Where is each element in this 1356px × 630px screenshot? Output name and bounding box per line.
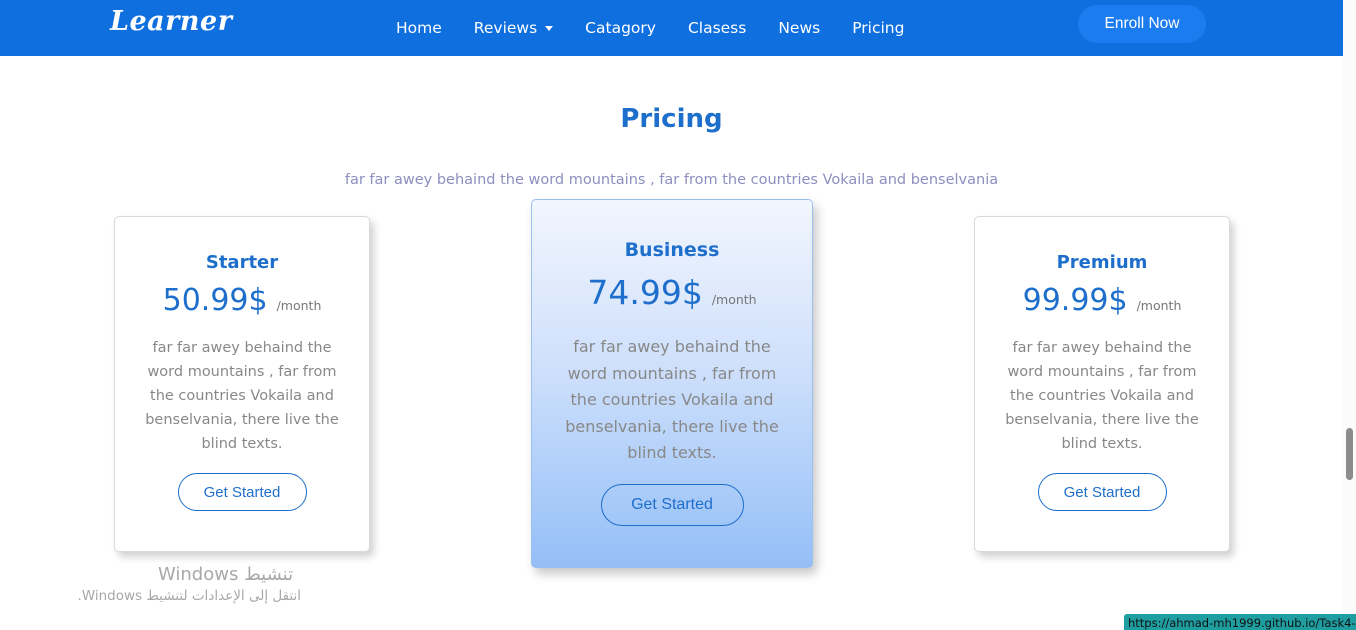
nav-link-news[interactable]: News (762, 19, 836, 37)
nav-link-catagory[interactable]: Catagory (569, 19, 672, 37)
get-started-button[interactable]: Get Started (177, 473, 307, 511)
plan-period: /month (711, 292, 757, 307)
price-row: 99.99$ /month (975, 283, 1229, 318)
nav-link-pricing[interactable]: Pricing (836, 19, 920, 37)
nav-link-label: Clasess (687, 19, 747, 37)
chevron-down-icon (545, 25, 554, 31)
nav-links: Home Reviews Catagory Clasess News Prici… (380, 0, 920, 56)
nav-link-clasess[interactable]: Clasess (672, 19, 762, 37)
plan-name: Business (624, 239, 720, 261)
plan-description: far far awey behaind the word mountains … (1005, 340, 1199, 452)
section-title: Pricing (620, 104, 723, 134)
windows-activation-subtitle: انتقل إلى الإعدادات لتنشيط Windows. (77, 588, 301, 604)
brand-logo[interactable]: Learner (110, 6, 232, 37)
nav-link-label: Catagory (585, 19, 656, 37)
plan-price: 50.99$ (162, 283, 268, 318)
navbar: Learner Home Reviews Catagory Clasess Ne… (0, 0, 1343, 56)
plan-price: 74.99$ (587, 273, 703, 312)
plan-name: Premium (1056, 252, 1148, 273)
price-row: 74.99$ /month (532, 273, 812, 312)
scrollbar-thumb[interactable] (1346, 428, 1353, 480)
status-bar-url: https://ahmad-mh1999.github.io/Task4-2/ (1124, 614, 1356, 630)
plan-period: /month (1136, 298, 1182, 313)
plan-description: far far awey behaind the word mountains … (145, 340, 339, 452)
scrollbar[interactable] (1343, 0, 1356, 630)
enroll-now-button[interactable]: Enroll Now (1078, 5, 1206, 43)
plan-period: /month (276, 298, 322, 313)
price-row: 50.99$ /month (115, 283, 369, 318)
nav-link-label: Home (396, 19, 442, 37)
nav-link-reviews[interactable]: Reviews (458, 19, 569, 37)
windows-activation-title: تنشيط Windows (158, 564, 294, 585)
nav-link-label: Reviews (473, 19, 538, 37)
nav-link-home[interactable]: Home (380, 19, 458, 37)
plan-description: far far awey behaind the word mountains … (565, 337, 779, 462)
nav-link-label: Pricing (852, 19, 905, 37)
get-started-button[interactable]: Get Started (600, 483, 744, 526)
page: Learner Home Reviews Catagory Clasess Ne… (0, 0, 1356, 630)
pricing-card-starter: Starter 50.99$ /month far far awey behai… (114, 216, 370, 552)
plan-name: Starter (205, 252, 279, 273)
section-subtitle: far far awey behaind the word mountains … (344, 172, 999, 188)
get-started-button[interactable]: Get Started (1037, 473, 1167, 511)
pricing-card-premium: Premium 99.99$ /month far far awey behai… (974, 216, 1230, 552)
pricing-card-business: Business 74.99$ /month far far awey beha… (531, 199, 813, 568)
plan-price: 99.99$ (1022, 283, 1128, 318)
nav-link-label: News (778, 19, 821, 37)
